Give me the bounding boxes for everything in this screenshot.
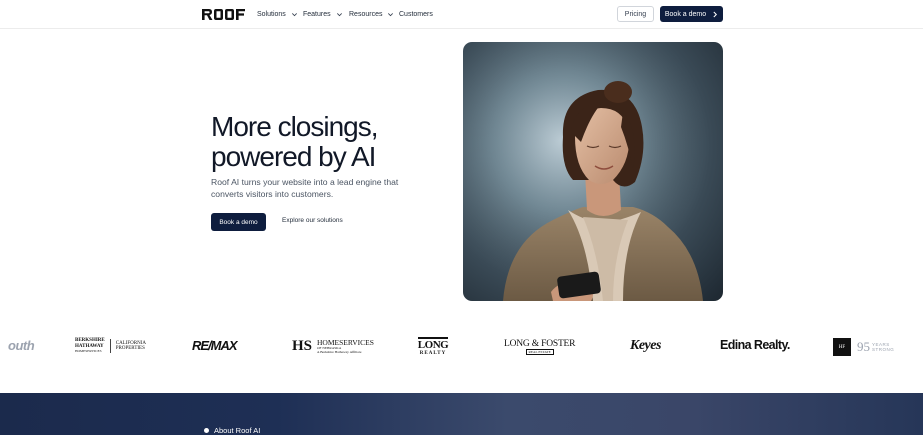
explore-solutions-link[interactable]: Explore our solutions bbox=[282, 217, 343, 224]
book-demo-hero-label: Book a demo bbox=[219, 218, 258, 226]
logo-hf-years: 95 YEARS STRONG bbox=[857, 339, 894, 355]
hero-photo-woman-with-phone bbox=[463, 42, 723, 301]
hero-title-line1: More closings, bbox=[211, 111, 379, 142]
nav-customers-label: Customers bbox=[399, 10, 433, 18]
logo-hf-years-line2: STRONG bbox=[872, 347, 895, 352]
nav-features-label: Features bbox=[303, 10, 331, 18]
nav-solutions-label: Solutions bbox=[257, 10, 286, 18]
hero-subtitle: Roof AI turns your website into a lead e… bbox=[211, 177, 399, 199]
nav-solutions[interactable]: Solutions bbox=[257, 9, 298, 19]
pricing-button[interactable]: Pricing bbox=[617, 6, 654, 22]
roof-logo-mark bbox=[202, 9, 245, 20]
roof-logo[interactable] bbox=[202, 9, 245, 20]
nav-resources-label: Resources bbox=[349, 10, 383, 18]
logo-hs-line1: HOMESERVICES bbox=[317, 338, 374, 347]
book-demo-header-label: Book a demo bbox=[664, 10, 707, 18]
logo-berkshire-side2: PROPERTIES bbox=[115, 346, 145, 352]
logo-hs-line3: A Berkshire Hathaway Affiliate bbox=[317, 350, 362, 354]
logo-keyes-text: Keyes bbox=[630, 338, 661, 353]
logo-hf-95-years: HF 95 YEARS STRONG bbox=[833, 338, 894, 356]
logo-long-realty: LONG REALTY bbox=[415, 335, 451, 359]
chevron-down-icon bbox=[388, 12, 394, 16]
logo-berkshire-divider bbox=[109, 339, 111, 354]
site-header: Solutions Features Resources Customers P… bbox=[0, 0, 923, 29]
logo-hs-monogram: HS bbox=[292, 338, 313, 354]
about-roof-ai-label: About Roof AI bbox=[204, 426, 260, 435]
logo-lf-line1: LONG & FOSTER bbox=[504, 339, 576, 349]
logo-long-line2: REALTY bbox=[419, 351, 447, 356]
logo-long-foster: LONG & FOSTER REAL ESTATE bbox=[504, 339, 575, 355]
logo-south-text: outh bbox=[8, 338, 35, 353]
about-section-band bbox=[0, 393, 923, 435]
logo-berkshire-line3: HOMESERVICES bbox=[75, 349, 102, 353]
logo-lf-line2: REAL ESTATE bbox=[525, 349, 554, 355]
logo-long-line1: LONG bbox=[417, 337, 449, 351]
nav-resources[interactable]: Resources bbox=[349, 9, 394, 19]
logo-remax: RE/MAX bbox=[192, 338, 238, 353]
nav-customers[interactable]: Customers bbox=[399, 9, 433, 19]
hero-title-line2: powered by AI bbox=[211, 141, 376, 172]
bullet-dot-icon bbox=[204, 428, 209, 433]
book-demo-hero-button[interactable]: Book a demo bbox=[211, 213, 266, 231]
book-demo-header-button[interactable]: Book a demo bbox=[660, 6, 723, 22]
hero-title: More closings, powered by AI bbox=[211, 111, 379, 172]
logo-south: outh bbox=[8, 338, 35, 353]
logo-hf-years-number: 95 bbox=[857, 339, 870, 354]
logo-edina-text: Edina Realty. bbox=[720, 338, 790, 352]
logo-hf-monogram: HF bbox=[833, 338, 851, 356]
logo-homeservices-nebraska: HS HOMESERVICES OF NEBRASKA A Berkshire … bbox=[292, 338, 374, 355]
logo-remax-text: RE/MAX bbox=[192, 338, 238, 353]
logo-berkshire-hathaway: BERKSHIRE HATHAWAY HOMESERVICES CALIFORN… bbox=[75, 338, 146, 355]
chevron-right-icon bbox=[713, 11, 718, 17]
chevron-down-icon bbox=[336, 12, 342, 16]
logo-keyes: Keyes bbox=[630, 338, 661, 354]
hero-photo-illustration bbox=[463, 42, 723, 301]
logo-edina-realty: Edina Realty. bbox=[720, 338, 790, 352]
nav-features[interactable]: Features bbox=[303, 9, 343, 19]
pricing-button-label: Pricing bbox=[624, 10, 647, 18]
chevron-down-icon bbox=[291, 12, 297, 16]
about-roof-ai-text: About Roof AI bbox=[214, 426, 261, 435]
